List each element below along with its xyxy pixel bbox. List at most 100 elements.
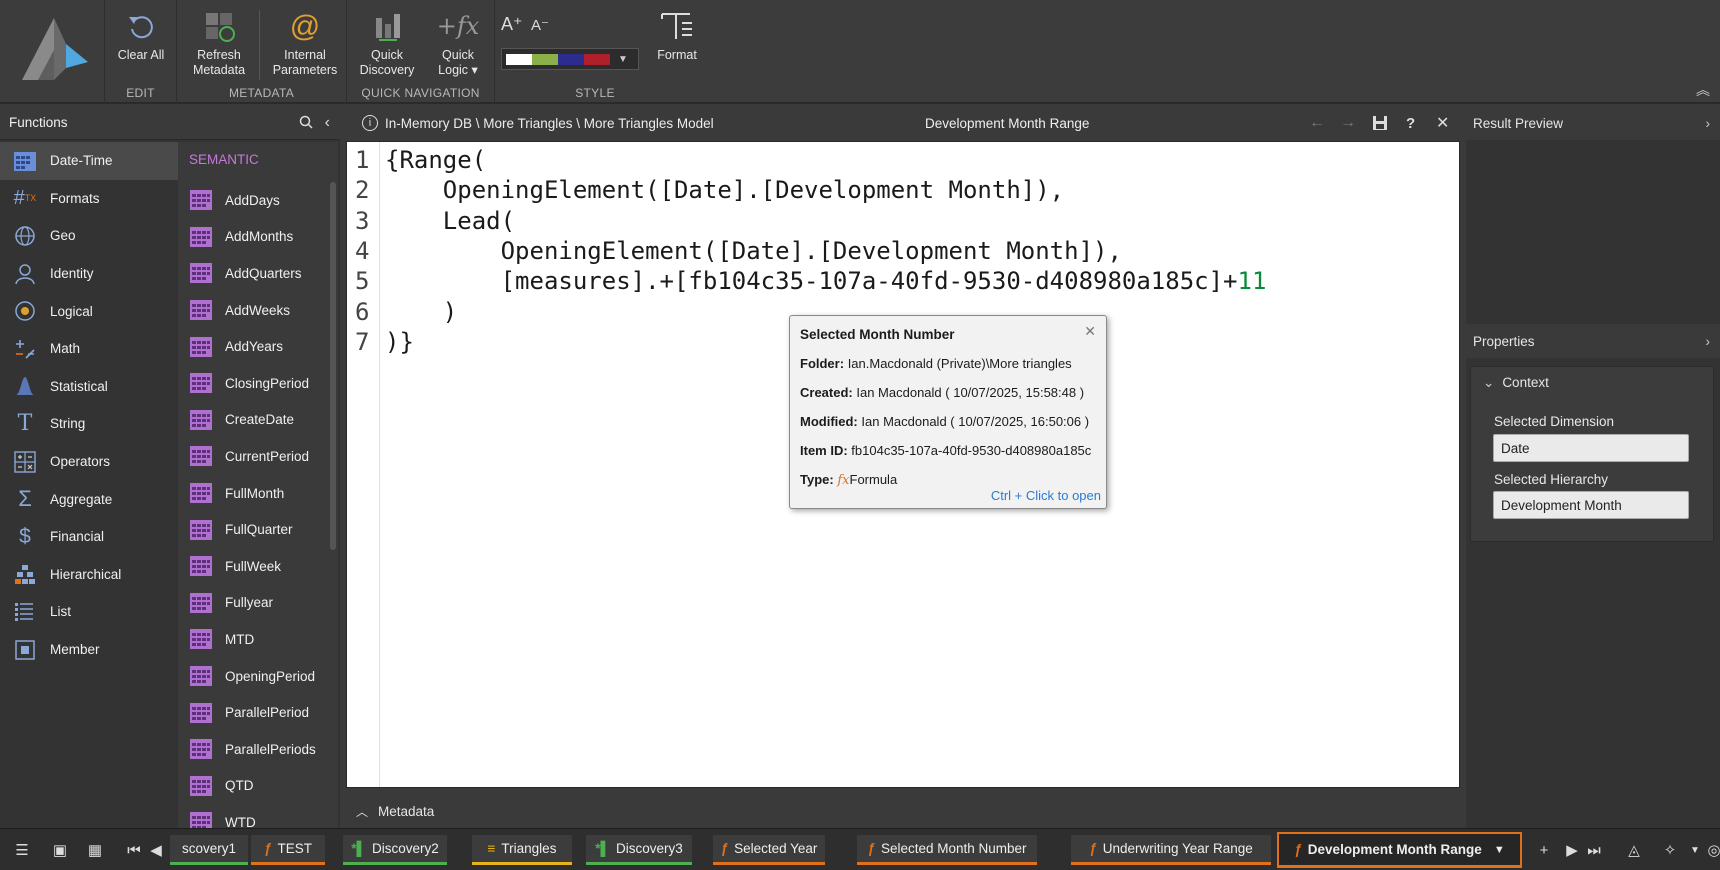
fx-icon: fx [837,473,850,488]
function-item[interactable]: FullMonth [178,475,338,512]
category-date-time[interactable]: Date-Time [0,142,178,180]
tab-underwriting-year-range[interactable]: ƒ Underwriting Year Range [1071,835,1271,865]
back-arrow-icon[interactable]: ← [1309,114,1325,132]
category-list[interactable]: List [0,593,178,631]
category-string[interactable]: T String [0,405,178,443]
code-line[interactable]: OpeningElement([Date].[Development Month… [385,176,1064,204]
functions-title: Functions [9,115,68,130]
category-aggregate[interactable]: Σ Aggregate [0,480,178,518]
code-line[interactable]: Lead( [385,207,515,235]
internal-parameters-button[interactable]: @ Internal Parameters [263,4,347,78]
format-button[interactable]: Format [645,4,709,63]
function-item[interactable]: FullWeek [178,548,338,585]
function-item[interactable]: MTD [178,621,338,658]
chevron-right-icon[interactable]: › [1706,116,1711,131]
function-item[interactable]: ClosingPeriod [178,365,338,402]
tab-scovery1[interactable]: scovery1 [170,835,248,865]
tab-test[interactable]: ƒ TEST [251,835,325,865]
function-item[interactable]: AddDays [178,182,338,219]
chevron-down-icon[interactable]: ▼ [1685,839,1705,861]
font-increase-button[interactable]: A⁺ [501,14,523,35]
tab-triangles[interactable]: ≡ Triangles [472,835,572,865]
prev-tab-icon[interactable]: ◀ [146,839,166,861]
date-time-icon [12,148,38,174]
function-item[interactable]: WTD [178,804,338,828]
function-item[interactable]: AddQuarters [178,255,338,292]
quick-discovery-button[interactable]: Quick Discovery [353,4,421,78]
breadcrumb[interactable]: In-Memory DB \ More Triangles \ More Tri… [385,116,714,131]
tab-selected-month-number[interactable]: ƒ Selected Month Number [857,835,1037,865]
metadata-bar[interactable]: ︿ Metadata [346,796,1460,826]
code-line[interactable]: OpeningElement([Date].[Development Month… [385,237,1122,265]
help-icon[interactable]: ? [1406,115,1415,132]
discovery-icon: *▌ [595,841,611,856]
category-math[interactable]: Math [0,330,178,368]
code-line[interactable]: )} [385,328,414,356]
function-item[interactable]: FullQuarter [178,511,338,548]
tab-discovery3[interactable]: *▌ Discovery3 [586,835,692,865]
code-line[interactable]: [measures].+[fb104c35-107a-40fd-9530-d40… [385,267,1267,295]
add-tab-icon[interactable]: + [1534,839,1554,861]
item-tooltip[interactable]: Selected Month Number ✕ Folder: Ian.Macd… [789,315,1107,509]
properties-header[interactable]: Properties › [1466,324,1720,358]
collapse-left-icon[interactable]: ‹ [325,114,330,132]
last-tab-icon[interactable]: ⏭ [1584,839,1604,861]
category-statistical[interactable]: Statistical [0,368,178,406]
tab-discovery2[interactable]: *▌ Discovery2 [343,835,447,865]
collapse-ribbon-icon[interactable]: ︽ [1696,80,1710,100]
function-item[interactable]: QTD [178,768,338,805]
category-member[interactable]: Member [0,631,178,669]
function-item[interactable]: AddMonths [178,219,338,256]
chevron-down-icon[interactable]: ▼ [1494,844,1505,856]
forward-arrow-icon[interactable]: → [1340,114,1356,132]
category-hierarchical[interactable]: Hierarchical [0,556,178,594]
category-formats[interactable]: # TX Formats [0,180,178,218]
info-icon[interactable]: i [362,115,378,131]
function-item[interactable]: CreateDate [178,402,338,439]
chevron-right-icon[interactable]: › [1706,334,1711,349]
calendar-icon [189,189,213,211]
next-tab-icon[interactable]: ▶ [1562,839,1582,861]
refresh-metadata-button[interactable]: Refresh Metadata [185,4,253,78]
clear-all-button[interactable]: Clear All [105,4,177,63]
category-geo[interactable]: Geo [0,217,178,255]
new-tab-icon[interactable]: ▦ [85,839,105,861]
app-logo[interactable] [8,10,100,90]
search-icon[interactable] [299,115,313,132]
scrollbar[interactable] [330,182,336,550]
code-line[interactable]: ) [385,298,457,326]
open-hint-link[interactable]: Ctrl + Click to open [991,488,1101,503]
function-item[interactable]: AddYears [178,328,338,365]
first-tab-icon[interactable]: ⏮ [124,839,144,861]
tab-development-month-range[interactable]: ƒ Development Month Range ▼ [1277,832,1522,868]
menu-icon[interactable]: ☰ [12,839,32,861]
function-item[interactable]: CurrentPeriod [178,438,338,475]
function-item[interactable]: OpeningPeriod [178,658,338,695]
quick-navigation-group: Quick Discovery +fx Quick Logic ▾ QUICK … [346,0,494,104]
code-line[interactable]: {Range( [385,146,486,174]
color-palette-dropdown[interactable]: ▼ [501,48,639,70]
category-logical[interactable]: Logical [0,292,178,330]
selected-dimension-field[interactable]: Date [1493,434,1689,462]
category-identity[interactable]: Identity [0,255,178,293]
status-icon[interactable]: ◎ [1704,839,1720,861]
result-preview-header[interactable]: Result Preview › [1466,106,1720,140]
quick-logic-button[interactable]: +fx Quick Logic ▾ [425,4,491,78]
function-item[interactable]: ParallelPeriod [178,694,338,731]
function-item[interactable]: AddWeeks [178,292,338,329]
pin-icon[interactable]: ✧ [1660,839,1680,861]
function-item[interactable]: ParallelPeriods [178,731,338,768]
category-financial[interactable]: $ Financial [0,518,178,556]
tab-selected-year[interactable]: ƒ Selected Year [713,835,825,865]
selected-hierarchy-field[interactable]: Development Month [1493,491,1689,519]
close-icon[interactable]: ✕ [1436,113,1449,133]
context-toggle[interactable]: ⌄ Context [1483,375,1549,391]
open-folder-icon[interactable]: ▣ [50,839,70,861]
font-decrease-button[interactable]: A⁻ [531,16,549,34]
pyramid-icon[interactable]: ◬ [1624,839,1644,861]
save-icon[interactable] [1372,115,1388,134]
category-operators[interactable]: Operators [0,443,178,481]
tooltip-close-icon[interactable]: ✕ [1084,323,1096,340]
function-item[interactable]: Fullyear [178,585,338,622]
context-section: ⌄ Context Selected Dimension Date Selecte… [1470,366,1714,542]
